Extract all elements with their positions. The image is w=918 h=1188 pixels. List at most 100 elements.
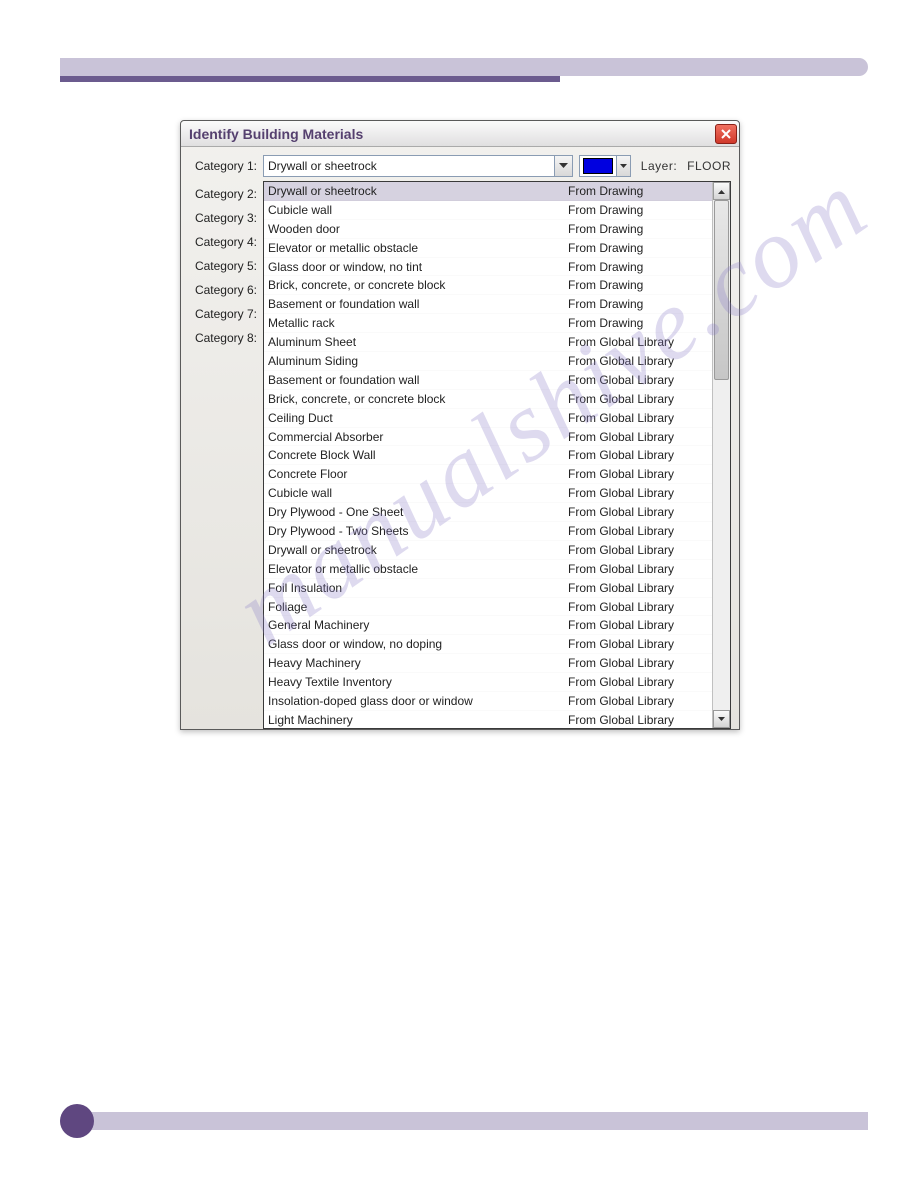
material-name: Heavy Textile Inventory (268, 675, 568, 689)
material-name: Cubicle wall (268, 486, 568, 500)
material-source: From Global Library (568, 581, 708, 595)
list-item[interactable]: Wooden doorFrom Drawing (264, 220, 712, 239)
material-name: Elevator or metallic obstacle (268, 562, 568, 576)
material-source: From Global Library (568, 562, 708, 576)
list-item[interactable]: Light MachineryFrom Global Library (264, 711, 712, 728)
material-name: Commercial Absorber (268, 430, 568, 444)
color-dropdown-button[interactable] (616, 156, 630, 176)
material-source: From Global Library (568, 392, 708, 406)
layer-value: FLOOR (687, 159, 731, 173)
material-dropdown-list[interactable]: Drywall or sheetrockFrom DrawingCubicle … (263, 181, 731, 729)
material-source: From Global Library (568, 694, 708, 708)
material-name: Light Machinery (268, 713, 568, 727)
list-item[interactable]: Heavy MachineryFrom Global Library (264, 654, 712, 673)
material-source: From Global Library (568, 335, 708, 349)
list-item[interactable]: Elevator or metallic obstacleFrom Drawin… (264, 239, 712, 258)
list-item[interactable]: Dry Plywood - One SheetFrom Global Libra… (264, 503, 712, 522)
list-item[interactable]: Basement or foundation wallFrom Drawing (264, 295, 712, 314)
header-bar (60, 58, 868, 76)
material-name: Dry Plywood - Two Sheets (268, 524, 568, 538)
list-viewport: Drywall or sheetrockFrom DrawingCubicle … (264, 182, 712, 728)
material-name: General Machinery (268, 618, 568, 632)
material-source: From Drawing (568, 278, 708, 292)
list-item[interactable]: FoliageFrom Global Library (264, 598, 712, 617)
material-name: Aluminum Sheet (268, 335, 568, 349)
list-item[interactable]: Glass door or window, no tintFrom Drawin… (264, 258, 712, 277)
list-item[interactable]: Cubicle wallFrom Global Library (264, 484, 712, 503)
category-label: Category 3: (189, 211, 257, 225)
list-item[interactable]: Ceiling DuctFrom Global Library (264, 409, 712, 428)
material-name: Brick, concrete, or concrete block (268, 392, 568, 406)
list-item[interactable]: Basement or foundation wallFrom Global L… (264, 371, 712, 390)
list-item[interactable]: Glass door or window, no dopingFrom Glob… (264, 635, 712, 654)
material-source: From Global Library (568, 675, 708, 689)
material-source: From Drawing (568, 222, 708, 236)
material-source: From Drawing (568, 241, 708, 255)
material-name: Elevator or metallic obstacle (268, 241, 568, 255)
material-name: Ceiling Duct (268, 411, 568, 425)
category-label: Category 1: (189, 159, 257, 173)
list-item[interactable]: Aluminum SheetFrom Global Library (264, 333, 712, 352)
material-source: From Global Library (568, 656, 708, 670)
material-source: From Global Library (568, 637, 708, 651)
material-source: From Global Library (568, 505, 708, 519)
material-name: Basement or foundation wall (268, 297, 568, 311)
combobox-dropdown-button[interactable] (554, 156, 572, 176)
material-name: Glass door or window, no doping (268, 637, 568, 651)
material-source: From Global Library (568, 373, 708, 387)
material-name: Basement or foundation wall (268, 373, 568, 387)
category-label: Category 4: (189, 235, 257, 249)
material-source: From Drawing (568, 184, 708, 198)
list-item[interactable]: Foil InsulationFrom Global Library (264, 579, 712, 598)
material-source: From Global Library (568, 354, 708, 368)
list-item[interactable]: Elevator or metallic obstacleFrom Global… (264, 560, 712, 579)
category-label: Category 8: (189, 331, 257, 345)
scroll-down-button[interactable] (713, 710, 730, 728)
list-item[interactable]: Heavy Textile InventoryFrom Global Libra… (264, 673, 712, 692)
scroll-track[interactable] (713, 200, 730, 710)
list-item[interactable]: Brick, concrete, or concrete blockFrom D… (264, 276, 712, 295)
material-name: Glass door or window, no tint (268, 260, 568, 274)
material-source: From Global Library (568, 524, 708, 538)
footer-dot (60, 1104, 94, 1138)
material-source: From Global Library (568, 713, 708, 727)
list-item[interactable]: Brick, concrete, or concrete blockFrom G… (264, 390, 712, 409)
list-item[interactable]: Metallic rackFrom Drawing (264, 314, 712, 333)
scroll-thumb[interactable] (714, 200, 729, 380)
material-source: From Global Library (568, 430, 708, 444)
list-item[interactable]: Concrete FloorFrom Global Library (264, 465, 712, 484)
material-name: Foil Insulation (268, 581, 568, 595)
material-combobox[interactable]: Drywall or sheetrock (263, 155, 573, 177)
category-label: Category 2: (189, 187, 257, 201)
category-label: Category 5: (189, 259, 257, 273)
material-name: Dry Plywood - One Sheet (268, 505, 568, 519)
material-source: From Global Library (568, 411, 708, 425)
titlebar: Identify Building Materials (181, 121, 739, 147)
chevron-down-icon (559, 163, 568, 169)
list-item[interactable]: Drywall or sheetrockFrom Drawing (264, 182, 712, 201)
category-label-stack: Category 2: Category 3: Category 4: Cate… (189, 187, 257, 345)
scroll-up-button[interactable] (713, 182, 730, 200)
material-name: Wooden door (268, 222, 568, 236)
list-item[interactable]: Aluminum SidingFrom Global Library (264, 352, 712, 371)
material-name: Cubicle wall (268, 203, 568, 217)
material-name: Concrete Block Wall (268, 448, 568, 462)
scrollbar[interactable] (712, 182, 730, 728)
list-item[interactable]: Drywall or sheetrockFrom Global Library (264, 541, 712, 560)
header-accent (60, 76, 560, 82)
list-item[interactable]: Concrete Block WallFrom Global Library (264, 446, 712, 465)
material-source: From Global Library (568, 448, 708, 462)
list-item[interactable]: Dry Plywood - Two SheetsFrom Global Libr… (264, 522, 712, 541)
list-item[interactable]: Cubicle wallFrom Drawing (264, 201, 712, 220)
dialog-body: Category 1: Drywall or sheetrock Layer: … (181, 147, 739, 729)
material-name: Concrete Floor (268, 467, 568, 481)
list-item[interactable]: Insolation-doped glass door or windowFro… (264, 692, 712, 711)
close-button[interactable] (715, 124, 737, 144)
footer-bar (60, 1112, 868, 1130)
list-item[interactable]: General MachineryFrom Global Library (264, 616, 712, 635)
material-name: Foliage (268, 600, 568, 614)
list-item[interactable]: Commercial AbsorberFrom Global Library (264, 428, 712, 447)
material-source: From Global Library (568, 618, 708, 632)
material-name: Brick, concrete, or concrete block (268, 278, 568, 292)
color-picker[interactable] (579, 155, 631, 177)
